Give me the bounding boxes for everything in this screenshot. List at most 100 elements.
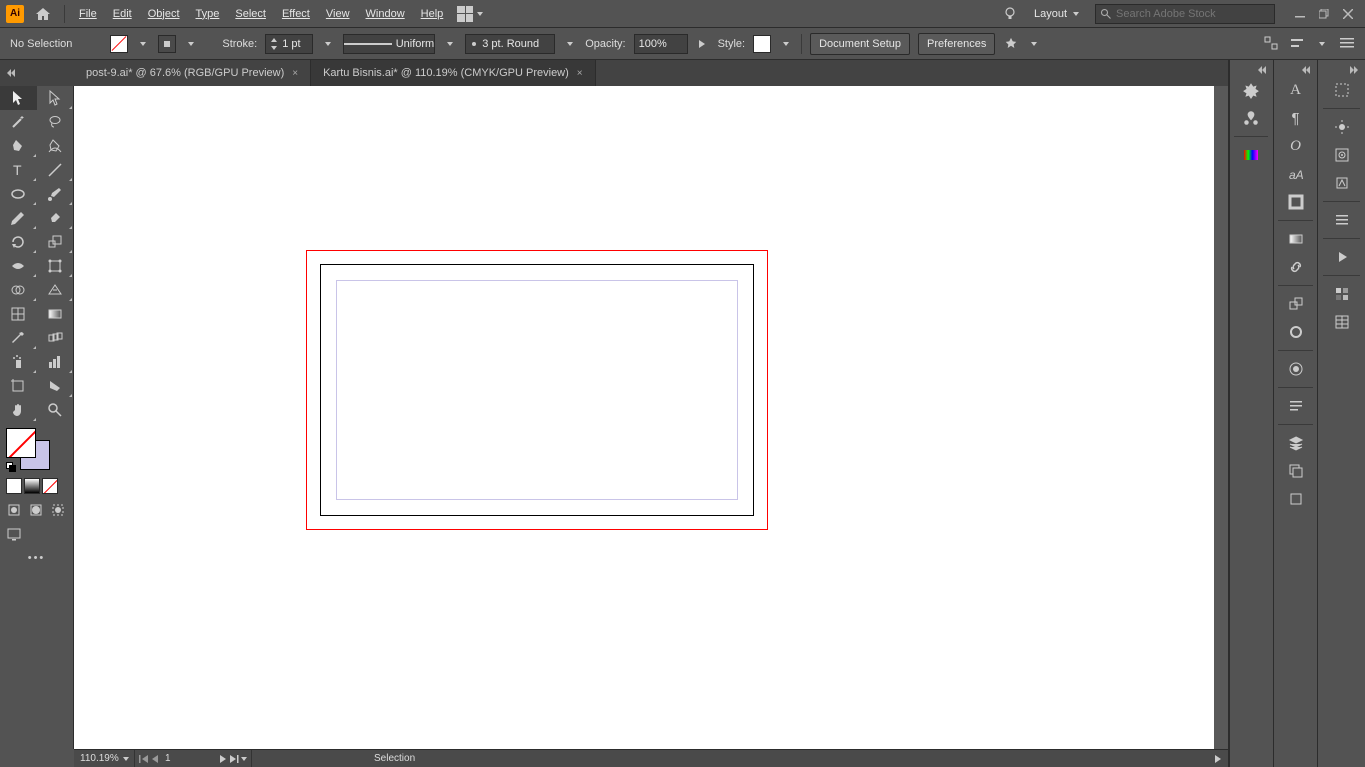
toolbox-collapse-top[interactable] <box>0 60 74 86</box>
opacity-dropdown[interactable] <box>696 35 710 53</box>
panel-libraries[interactable] <box>1230 104 1273 132</box>
close-tab-icon[interactable]: × <box>292 68 298 79</box>
close-tab-icon[interactable]: × <box>577 68 583 79</box>
canvas[interactable] <box>74 86 1214 749</box>
menu-view[interactable]: View <box>318 4 358 24</box>
tool-eraser[interactable] <box>37 206 74 230</box>
tool-selection[interactable] <box>0 86 37 110</box>
tool-rotate[interactable] <box>0 230 37 254</box>
panel-properties[interactable] <box>1230 76 1273 104</box>
panel-glyphs[interactable]: aA <box>1274 160 1318 188</box>
edit-toolbar[interactable]: ••• <box>0 546 73 570</box>
prev-artboard[interactable] <box>151 754 159 764</box>
tool-slice[interactable] <box>37 374 74 398</box>
tool-symbol-sprayer[interactable] <box>0 350 37 374</box>
fill-dropdown[interactable] <box>136 35 150 53</box>
align-to-dropdown[interactable] <box>1003 36 1019 52</box>
variable-width-profile[interactable]: Uniform <box>343 34 435 54</box>
brush-dropdown[interactable] <box>563 35 577 53</box>
menu-window[interactable]: Window <box>358 4 413 24</box>
menu-object[interactable]: Object <box>140 4 188 24</box>
status-play[interactable] <box>1214 754 1228 764</box>
panel-appearance-2[interactable] <box>1318 113 1365 141</box>
tool-width[interactable] <box>0 254 37 278</box>
tool-ellipse[interactable] <box>0 182 37 206</box>
style-dropdown[interactable] <box>779 35 793 53</box>
panel-collapse[interactable] <box>1274 64 1318 76</box>
tool-mesh[interactable] <box>0 302 37 326</box>
document-setup-button[interactable]: Document Setup <box>810 33 910 55</box>
arrange-documents[interactable] <box>457 5 487 23</box>
adobe-stock-search[interactable] <box>1095 4 1275 24</box>
panel-graphic-styles[interactable] <box>1318 141 1365 169</box>
stroke-weight-dropdown[interactable] <box>321 35 335 53</box>
stock-search-input[interactable] <box>1116 8 1270 20</box>
panel-transform[interactable] <box>1274 290 1318 318</box>
tool-shape-builder[interactable] <box>0 278 37 302</box>
menu-file[interactable]: File <box>71 4 105 24</box>
panel-swatches[interactable] <box>1318 280 1365 308</box>
tool-artboard[interactable] <box>0 374 37 398</box>
fill-stroke-indicator[interactable] <box>0 422 73 474</box>
workspace-switcher[interactable]: Layout <box>1026 5 1087 23</box>
menu-edit[interactable]: Edit <box>105 4 140 24</box>
color-mode-none[interactable] <box>42 478 58 494</box>
stroke-weight-input[interactable]: 1 pt <box>265 34 313 54</box>
align-dropdown[interactable] <box>1027 35 1041 53</box>
artboard-dropdown[interactable] <box>241 757 247 761</box>
tool-pen[interactable] <box>0 134 37 158</box>
panel-artboards[interactable] <box>1274 485 1318 513</box>
panel-color[interactable] <box>1230 141 1273 169</box>
panel-collapse[interactable] <box>1230 64 1273 76</box>
color-mode-solid[interactable] <box>6 478 22 494</box>
tool-line[interactable] <box>37 158 74 182</box>
vertical-scrollbar[interactable] <box>1214 86 1228 749</box>
tool-magic-wand[interactable] <box>0 110 37 134</box>
preferences-button[interactable]: Preferences <box>918 33 995 55</box>
tool-eyedropper[interactable] <box>0 326 37 350</box>
artboard-number[interactable]: 1 <box>161 753 217 764</box>
close-button[interactable] <box>1337 6 1359 22</box>
color-mode-gradient[interactable] <box>24 478 40 494</box>
restore-button[interactable] <box>1313 6 1335 22</box>
isolate-mode-toggle[interactable] <box>1289 35 1305 51</box>
default-colors[interactable] <box>6 462 16 472</box>
panel-actions[interactable] <box>1318 243 1365 271</box>
panel-transparency[interactable] <box>1274 355 1318 383</box>
tool-scale[interactable] <box>37 230 74 254</box>
zoom-level[interactable]: 110.19% <box>74 753 134 764</box>
tool-curvature[interactable] <box>37 134 74 158</box>
tool-type[interactable]: T <box>0 158 37 182</box>
menu-effect[interactable]: Effect <box>274 4 318 24</box>
panel-character[interactable]: A <box>1274 76 1318 104</box>
transform-panel-toggle[interactable] <box>1263 35 1279 51</box>
control-menu[interactable] <box>1339 35 1355 51</box>
tool-perspective[interactable] <box>37 278 74 302</box>
tool-lasso[interactable] <box>37 110 74 134</box>
profile-dropdown[interactable] <box>443 35 457 53</box>
next-artboard[interactable] <box>219 754 227 764</box>
document-tab-inactive[interactable]: post-9.ai* @ 67.6% (RGB/GPU Preview) × <box>74 60 311 86</box>
menu-help[interactable]: Help <box>413 4 452 24</box>
screen-mode[interactable] <box>6 526 22 542</box>
draw-behind[interactable] <box>28 502 44 518</box>
panel-transform-2[interactable] <box>1318 76 1365 104</box>
panel-gradient[interactable] <box>1274 225 1318 253</box>
panel-asset-export[interactable] <box>1274 457 1318 485</box>
panel-opentype[interactable]: O <box>1274 132 1318 160</box>
tool-free-transform[interactable] <box>37 254 74 278</box>
ctrl-overflow[interactable] <box>1315 35 1329 53</box>
panel-links[interactable] <box>1274 253 1318 281</box>
tool-hand[interactable] <box>0 398 37 422</box>
menu-type[interactable]: Type <box>188 4 228 24</box>
fill-color-box[interactable] <box>6 428 36 458</box>
last-artboard[interactable] <box>229 754 239 764</box>
document-tab-active[interactable]: Kartu Bisnis.ai* @ 110.19% (CMYK/GPU Pre… <box>311 60 596 86</box>
search-help-button[interactable] <box>1002 6 1018 22</box>
panel-appearance[interactable] <box>1274 318 1318 346</box>
brush-definition[interactable]: 3 pt. Round <box>465 34 555 54</box>
tool-paintbrush[interactable] <box>37 182 74 206</box>
stroke-dropdown[interactable] <box>184 35 198 53</box>
tool-blend[interactable] <box>37 326 74 350</box>
draw-normal[interactable] <box>6 502 22 518</box>
